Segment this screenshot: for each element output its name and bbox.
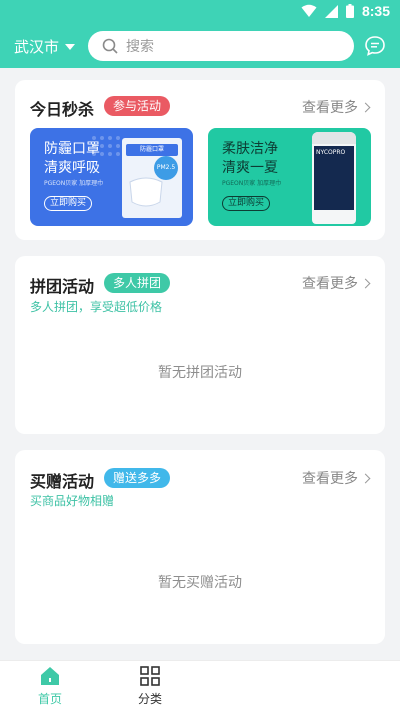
flash-sale-card: 今日秒杀 参与活动 查看更多 防霾口罩 清爽呼吸 PGEON贝家 加厚理巾 立即…: [15, 80, 385, 240]
obscured-area: [200, 661, 400, 710]
canister-brand: NYCOPRO: [316, 149, 346, 156]
tab-category[interactable]: 分类: [120, 665, 180, 707]
mask-illustration: [129, 177, 163, 207]
tab-home[interactable]: 首页: [20, 665, 80, 707]
city-label: 武汉市: [14, 38, 60, 56]
mask-box-label: 防霾口罩: [126, 144, 178, 156]
status-icons: 8:35: [301, 3, 390, 19]
home-icon: [41, 667, 59, 685]
tab-label: 首页: [37, 692, 62, 706]
gift-tag[interactable]: 赠送多多: [104, 468, 171, 488]
more-label: 查看更多: [302, 471, 358, 487]
gift-title: 买赠活动: [30, 472, 95, 491]
chevron-right-icon: [360, 278, 371, 288]
search-bar[interactable]: 搜索: [88, 31, 354, 61]
gift-subtitle: 买商品好物相赠: [30, 494, 115, 508]
more-label: 查看更多: [302, 100, 358, 116]
group-buy-subtitle: 多人拼团，享受超低价格: [30, 300, 163, 314]
mask-product-box: 防霾口罩 PM2.5: [122, 138, 182, 218]
banner-subtitle: PGEON贝家 加厚理巾: [222, 180, 282, 187]
caret-down-icon: [65, 43, 76, 50]
battery-icon: [345, 4, 354, 18]
flash-sale-tag[interactable]: 参与活动: [104, 96, 171, 116]
flash-sale-title: 今日秒杀: [30, 100, 95, 119]
wifi-icon: [301, 4, 317, 17]
search-placeholder: 搜索: [126, 39, 154, 55]
status-time: 8:35: [361, 3, 390, 19]
status-bar: 8:35: [0, 0, 400, 24]
banner-subtitle: PGEON贝家 加厚理巾: [44, 180, 104, 187]
buy-now-button[interactable]: 立即购买: [222, 196, 271, 211]
banner-title: 柔肤洁净 清爽一夏: [222, 140, 278, 178]
buy-now-button[interactable]: 立即购买: [44, 196, 93, 211]
canister-label-panel: NYCOPRO: [314, 146, 354, 210]
tab-label: 分类: [137, 692, 162, 706]
wipes-canister: NYCOPRO: [312, 132, 356, 224]
chevron-right-icon: [360, 102, 371, 112]
gift-more-link[interactable]: 查看更多: [302, 468, 371, 488]
bottom-tab-bar: 首页 分类: [0, 660, 400, 710]
cellular-signal-icon: [324, 4, 338, 18]
group-buy-empty-text: 暂无拼团活动: [158, 365, 242, 381]
group-buy-tag[interactable]: 多人拼团: [104, 273, 171, 293]
flash-sale-more-link[interactable]: 查看更多: [302, 97, 371, 117]
more-label: 查看更多: [302, 276, 358, 292]
banner-title-line1: 柔肤洁净: [222, 141, 278, 157]
gift-empty-text: 暂无买赠活动: [158, 575, 242, 591]
group-buy-title: 拼团活动: [30, 277, 95, 296]
search-icon: [102, 38, 118, 54]
mask-promo-banner[interactable]: 防霾口罩 清爽呼吸 PGEON贝家 加厚理巾 立即购买 防霾口罩 PM2.5: [30, 128, 193, 226]
city-selector[interactable]: 武汉市: [14, 36, 76, 57]
gift-card: 买赠活动 赠送多多 查看更多 买商品好物相赠 暂无买赠活动: [15, 450, 385, 644]
group-buy-more-link[interactable]: 查看更多: [302, 273, 371, 293]
app-header: 武汉市 搜索: [0, 24, 400, 68]
chevron-right-icon: [360, 473, 371, 483]
chat-bubble-icon[interactable]: [364, 35, 386, 57]
wipes-promo-banner[interactable]: 柔肤洁净 清爽一夏 PGEON贝家 加厚理巾 立即购买 NYCOPRO: [208, 128, 371, 226]
group-buy-card: 拼团活动 多人拼团 查看更多 多人拼团，享受超低价格 暂无拼团活动: [15, 256, 385, 434]
grid-icon: [140, 666, 160, 686]
banner-title-line2: 清爽一夏: [222, 160, 278, 176]
